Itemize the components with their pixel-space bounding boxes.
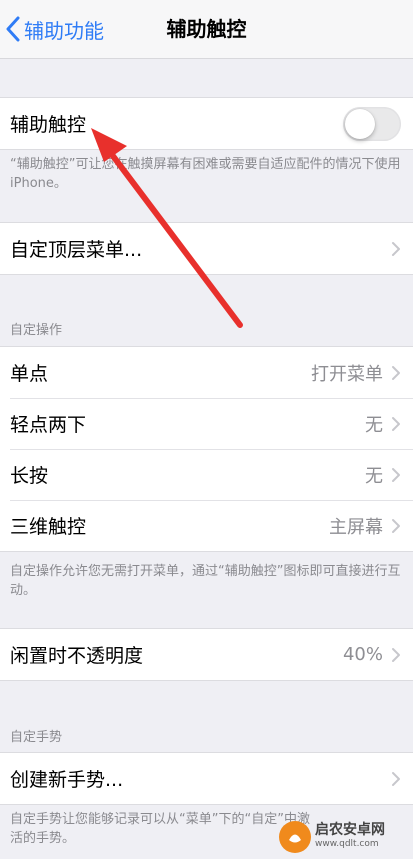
custom-actions-header: 自定操作: [10, 323, 63, 338]
idle-opacity-label: 闲置时不透明度: [10, 645, 144, 667]
action-row-double-tap[interactable]: 轻点两下 无: [0, 398, 413, 449]
action-value: 无: [365, 465, 383, 487]
custom-gestures-group: 创建新手势...: [0, 752, 413, 805]
customize-menu-label: 自定顶层菜单...: [10, 239, 143, 261]
custom-actions-group: 单点 打开菜单 轻点两下 无 长按 无 三维触控 主屏幕: [0, 346, 413, 552]
assistive-touch-label: 辅助触控: [10, 114, 87, 136]
action-row-3d-touch[interactable]: 三维触控 主屏幕: [0, 500, 413, 551]
custom-gestures-footer: 自定手势让您能够记录可以从“菜单”下的“自定”中激活的手势。: [10, 812, 310, 846]
create-gesture-row[interactable]: 创建新手势...: [0, 753, 413, 804]
action-label: 长按: [10, 465, 49, 487]
chevron-right-icon: [392, 467, 400, 482]
customize-menu-group: 自定顶层菜单...: [0, 222, 413, 275]
chevron-right-icon: [392, 518, 400, 533]
create-gesture-label: 创建新手势...: [10, 769, 124, 791]
customize-menu-row[interactable]: 自定顶层菜单...: [0, 223, 413, 274]
chevron-right-icon: [392, 416, 400, 431]
chevron-right-icon: [392, 365, 400, 380]
watermark-title: 启农安卓网: [315, 822, 385, 838]
navigation-bar: 辅助功能 辅助触控: [0, 0, 413, 59]
idle-opacity-row[interactable]: 闲置时不透明度 40%: [0, 629, 413, 680]
chevron-right-icon: [392, 241, 400, 256]
assistive-touch-row: 辅助触控: [0, 98, 413, 149]
action-row-long-press[interactable]: 长按 无: [0, 449, 413, 500]
action-row-single-tap[interactable]: 单点 打开菜单: [0, 347, 413, 398]
assistive-touch-footer: “辅助触控”可让您在触摸屏幕有困难或需要自适应配件的情况下使用 iPhone。: [10, 157, 401, 191]
action-value: 无: [365, 414, 383, 436]
custom-actions-footer: 自定操作允许您无需打开菜单，通过“辅助触控”图标即可直接进行互动。: [10, 564, 401, 598]
action-value: 主屏幕: [329, 516, 383, 538]
toggle-knob: [345, 108, 375, 139]
custom-gestures-header: 自定手势: [10, 730, 63, 745]
chevron-right-icon: [392, 771, 400, 786]
watermark: 启农安卓网 www.qdlt.com: [279, 817, 409, 857]
action-value: 打开菜单: [311, 363, 383, 385]
watermark-logo-icon: [279, 821, 311, 853]
watermark-url: www.qdlt.com: [315, 839, 379, 849]
action-label: 单点: [10, 363, 49, 385]
assistive-touch-group: 辅助触控: [0, 97, 413, 150]
action-label: 轻点两下: [10, 414, 87, 436]
idle-opacity-group: 闲置时不透明度 40%: [0, 628, 413, 681]
chevron-right-icon: [392, 647, 400, 662]
idle-opacity-value: 40%: [342, 644, 383, 665]
assistive-touch-toggle[interactable]: [343, 106, 401, 141]
action-label: 三维触控: [10, 516, 87, 538]
page-title: 辅助触控: [166, 17, 247, 41]
